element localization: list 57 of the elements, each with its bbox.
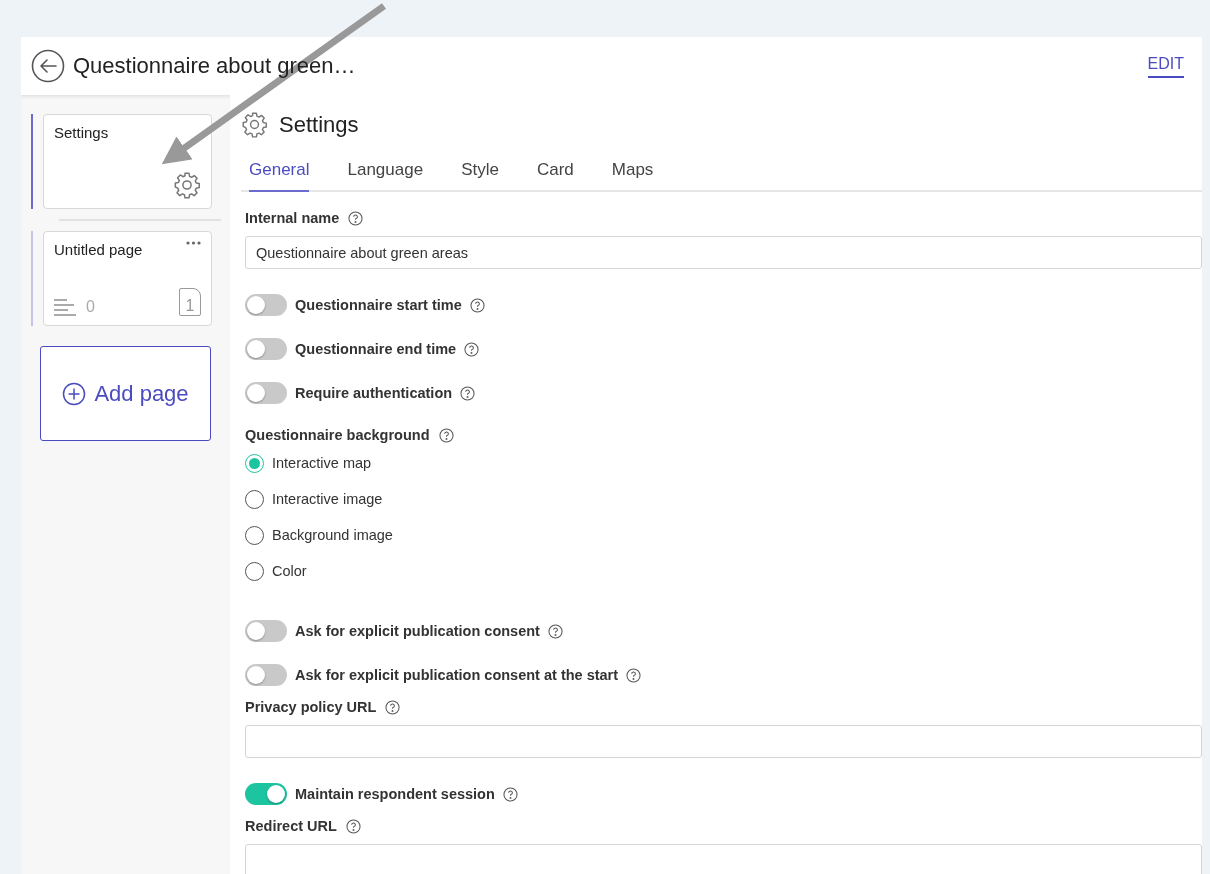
radio-button[interactable] (245, 561, 264, 581)
question-count: 0 (86, 298, 95, 316)
help-icon[interactable] (464, 341, 480, 357)
help-icon[interactable] (348, 210, 364, 226)
help-icon[interactable] (469, 297, 485, 313)
toggle-switch[interactable] (245, 783, 287, 805)
toggle-label: Ask for explicit publication consent (295, 623, 540, 639)
panel-title: Settings (279, 111, 359, 138)
toggle-switch[interactable] (245, 664, 287, 686)
text-input[interactable] (245, 725, 1202, 758)
radio-label: Interactive image (272, 491, 383, 507)
settings-icon[interactable] (241, 111, 268, 138)
help-icon[interactable] (626, 667, 642, 683)
toggle-label: Questionnaire start time (295, 297, 462, 313)
help-icon[interactable] (460, 385, 476, 401)
tab[interactable]: Maps (611, 156, 654, 192)
radio-button[interactable] (245, 525, 264, 545)
page-card-title: Untitled page (54, 241, 143, 258)
text-input[interactable] (245, 844, 1202, 874)
gear-icon (173, 171, 201, 199)
add-page-button[interactable]: Add page (40, 346, 211, 441)
toggle-label: Ask for explicit publication consent at the start (295, 667, 619, 683)
page-number-icon: 1 (179, 288, 201, 316)
toggle-label: Require authentication (295, 385, 453, 401)
field-label: Questionnaire background (245, 427, 430, 443)
toggle-label: Questionnaire end time (295, 341, 457, 357)
tab[interactable]: Style (461, 156, 499, 192)
radio-button[interactable] (245, 453, 264, 473)
page-card-title: Settings (54, 124, 109, 141)
toggle-switch[interactable] (245, 338, 287, 360)
radio-button[interactable] (245, 489, 264, 509)
help-icon[interactable] (345, 818, 361, 834)
field-label: Redirect URL (245, 818, 337, 834)
field-label: Privacy policy URL (245, 699, 377, 715)
field-label: Internal name (245, 210, 340, 226)
help-icon[interactable] (547, 623, 563, 639)
help-icon[interactable] (438, 427, 454, 443)
lines-icon (54, 298, 76, 316)
questionnaire-title: Questionnaire about green… (73, 53, 357, 79)
toggle-switch[interactable] (245, 382, 287, 404)
radio-label: Background image (272, 527, 393, 543)
help-icon[interactable] (385, 699, 401, 715)
text-input[interactable]: Questionnaire about green areas (245, 236, 1202, 269)
page-card[interactable]: Untitled page 0 1 (43, 231, 212, 326)
tab[interactable]: General (249, 156, 310, 192)
help-icon[interactable] (502, 786, 518, 802)
edit-link[interactable]: EDIT (1147, 54, 1184, 78)
more-icon[interactable] (186, 241, 201, 245)
tab[interactable]: Card (536, 156, 574, 192)
plus-circle-icon (62, 381, 87, 406)
toggle-label: Maintain respondent session (295, 786, 495, 802)
radio-label: Interactive map (272, 455, 372, 471)
toggle-switch[interactable] (245, 294, 287, 316)
tab[interactable]: Language (347, 156, 424, 192)
page-card[interactable]: Settings (43, 114, 212, 209)
toggle-switch[interactable] (245, 620, 287, 642)
radio-label: Color (272, 563, 307, 579)
